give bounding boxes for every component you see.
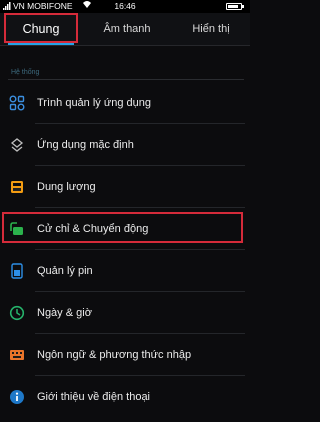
status-bar: VN MOBIFONE 16:46 [0, 0, 250, 13]
info-icon [10, 390, 24, 404]
item-label: Ngày & giờ [37, 307, 92, 319]
default-apps-icon [10, 138, 24, 152]
section-divider [8, 79, 244, 80]
clock-time: 16:46 [114, 1, 136, 11]
clock-icon [9, 305, 25, 321]
tab-general[interactable]: Chung [8, 13, 74, 45]
list-item-about-phone[interactable]: Giới thiệu về điện thoại [0, 376, 250, 418]
storage-icon [11, 181, 23, 193]
list-item-default-apps[interactable]: Ứng dụng mặc định [0, 124, 250, 166]
apps-grid-icon [9, 95, 25, 111]
language-input-icon [10, 350, 24, 360]
list-item-storage[interactable]: Dung lượng [0, 166, 250, 208]
item-label: Cử chỉ & Chuyển động [37, 223, 149, 235]
item-label: Giới thiệu về điện thoại [37, 391, 151, 403]
settings-tabs: Chung Âm thanh Hiển thị [0, 13, 250, 46]
list-item-app-manager[interactable]: Trình quản lý ứng dụng [0, 82, 250, 124]
list-item-language-input[interactable]: Ngôn ngữ & phương thức nhập [0, 334, 250, 376]
item-label: Dung lượng [37, 181, 96, 193]
item-label: Ứng dụng mặc định [37, 139, 134, 151]
battery-level [228, 5, 238, 8]
list-item-gestures[interactable]: Cử chỉ & Chuyển động [0, 208, 250, 250]
list-item-battery-manager[interactable]: Quản lý pin [0, 250, 250, 292]
list-item-date-time[interactable]: Ngày & giờ [0, 292, 250, 334]
tab-sound[interactable]: Âm thanh [98, 13, 156, 45]
gesture-motion-icon [10, 222, 23, 235]
battery-manager-icon [11, 263, 23, 279]
item-label: Trình quản lý ứng dụng [37, 97, 151, 109]
item-label: Quản lý pin [37, 265, 93, 277]
active-tab-indicator [8, 43, 74, 45]
section-header: Hệ thống [11, 69, 40, 76]
item-label: Ngôn ngữ & phương thức nhập [37, 349, 192, 361]
battery-icon [226, 3, 244, 10]
tab-display[interactable]: Hiển thị [186, 13, 236, 45]
